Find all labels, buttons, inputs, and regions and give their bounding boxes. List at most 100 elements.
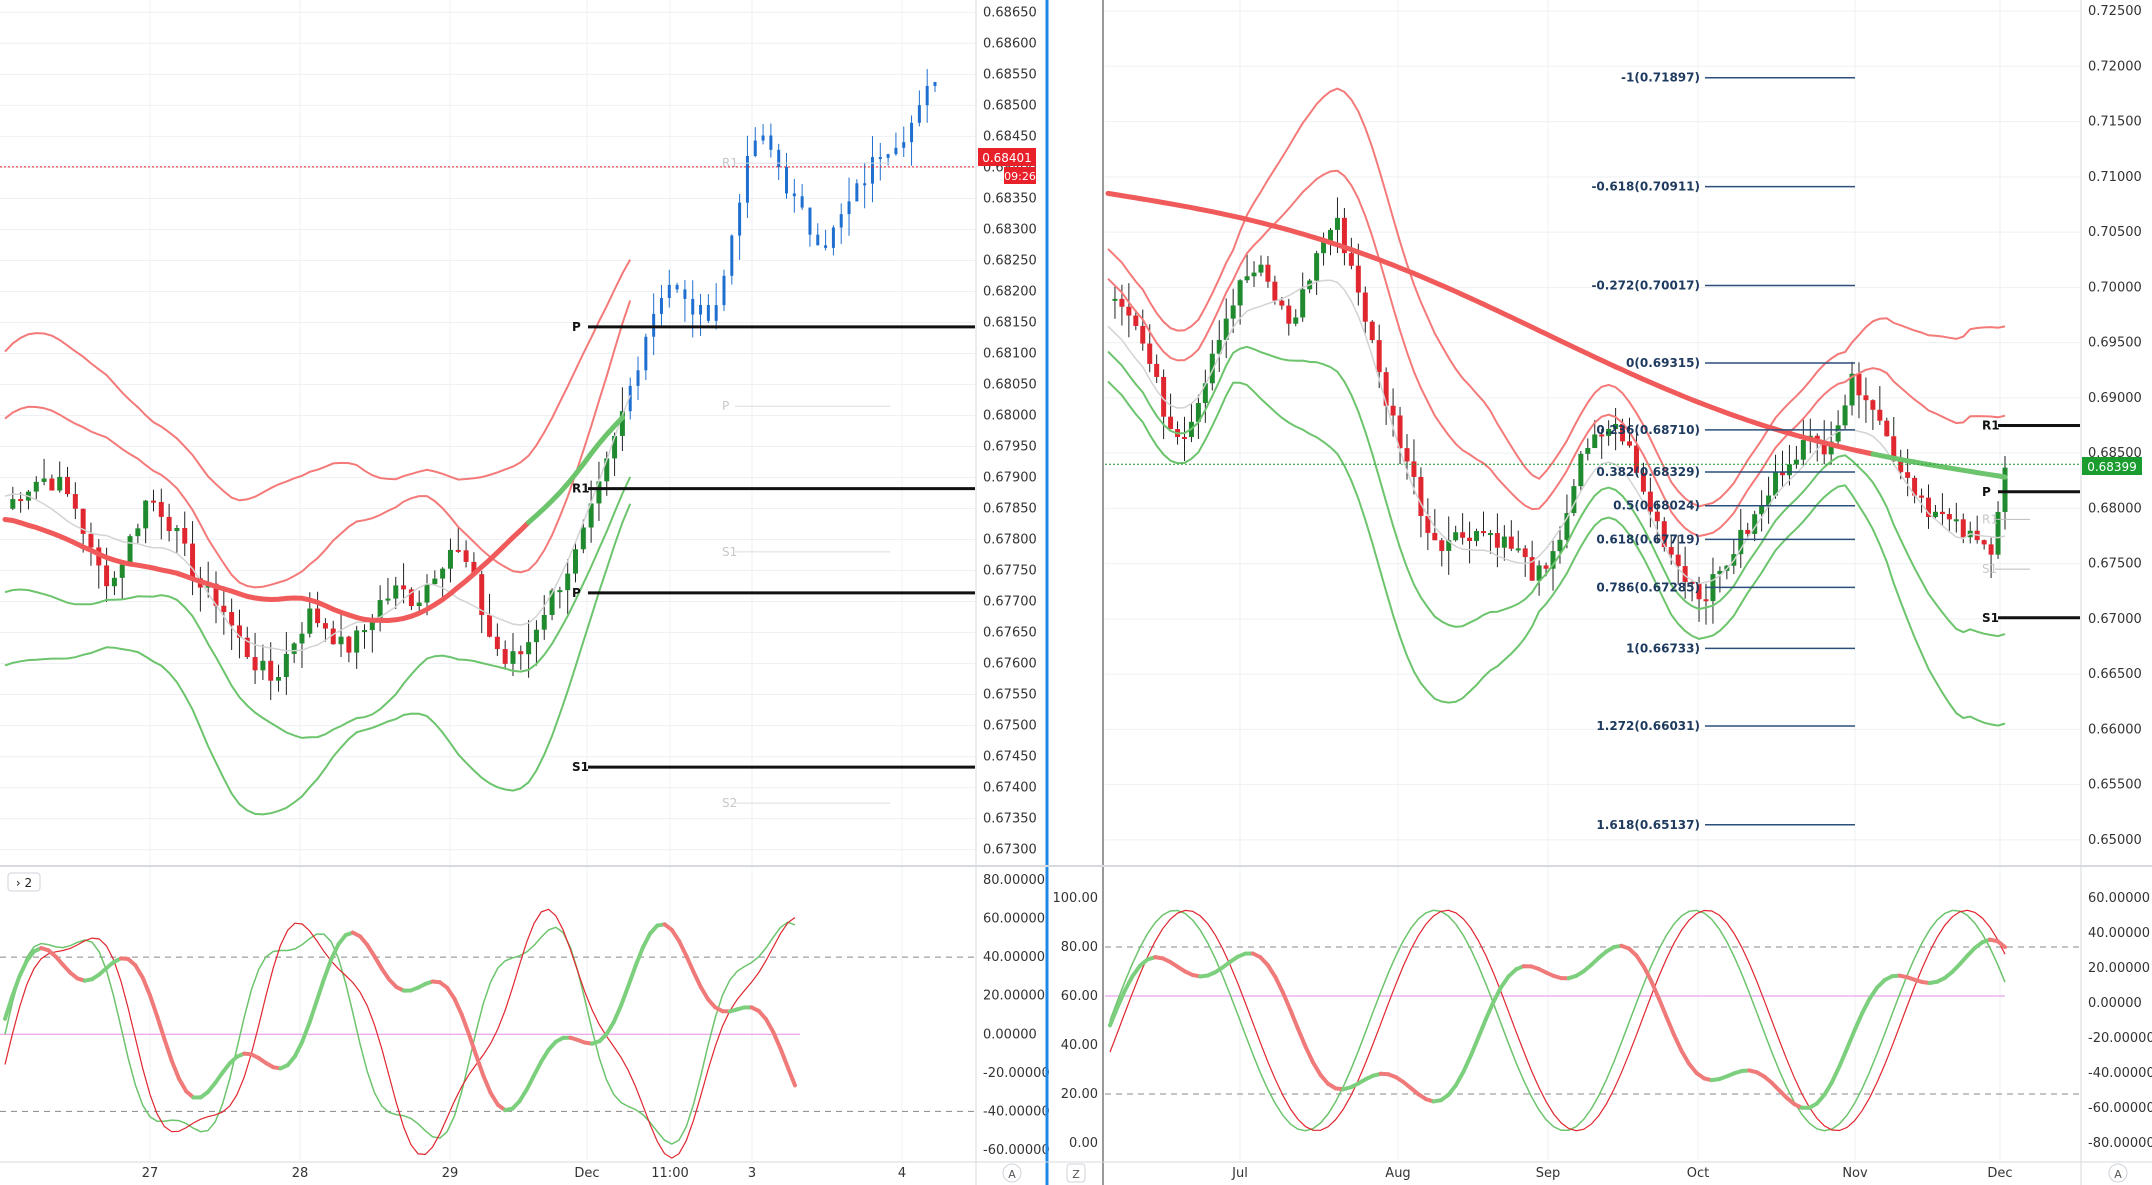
right-candle-body: [1258, 264, 1264, 273]
left-candle: [182, 511, 188, 556]
right-y-tick: 0.71000: [2088, 170, 2142, 185]
right-candle: [1800, 419, 1806, 467]
left-candle: [10, 486, 16, 511]
left-candle: [557, 586, 563, 609]
right-candle: [1501, 525, 1507, 561]
left-candle: [268, 642, 274, 701]
right-candle-body: [1404, 448, 1410, 462]
left-auto-scale-button[interactable]: A: [1002, 1163, 1022, 1183]
right-osc-signal-line: [1109, 909, 2006, 1132]
right-y-tick: 0.69000: [2088, 391, 2142, 406]
left-x-tick: Dec: [574, 1166, 599, 1181]
right-price-chart[interactable]: -1(0.71897) -0.618(0.70911) -0.272(0.70017…: [1105, 0, 2080, 1160]
left-candle: [463, 540, 469, 568]
left-osc-fast-line: [4, 921, 796, 1145]
left-osc-momentum-segment: [764, 1017, 776, 1035]
left-candle-body: [393, 585, 399, 599]
right-candle: [1939, 493, 1945, 527]
right-candle: [1188, 403, 1194, 443]
left-candle-body: [166, 516, 172, 532]
right-candle: [1453, 525, 1459, 542]
left-y-tick: 0.67700: [983, 595, 1037, 610]
right-osc-right-tick: -80.00000: [2088, 1136, 2152, 1151]
left-candle: [831, 225, 835, 256]
fib-level-label: -0.618(0.70911): [1591, 180, 1700, 194]
right-osc-left-tick: 20.00: [1061, 1087, 1098, 1102]
right-candle-body: [1898, 461, 1904, 473]
right-auto-scale-button[interactable]: A: [2108, 1163, 2128, 1183]
right-oscillator-pane[interactable]: [1105, 909, 2080, 1132]
left-candle-body: [706, 305, 710, 321]
left-ghost-pivot-label: S2: [722, 796, 737, 810]
right-candle: [1515, 530, 1521, 553]
right-candle-body: [1272, 281, 1278, 301]
right-candle-body: [1251, 272, 1257, 277]
left-y-tick: 0.68250: [983, 253, 1037, 268]
left-candle-body: [487, 614, 493, 637]
left-candle: [494, 623, 500, 656]
left-y-tick: 0.67900: [983, 471, 1037, 486]
left-candle-body: [518, 651, 524, 655]
right-candle-body: [1543, 565, 1549, 569]
right-osc-right-tick: -60.00000: [2088, 1101, 2152, 1116]
left-candle-body: [730, 235, 734, 276]
left-y-tick: 0.67450: [983, 750, 1037, 765]
left-candle: [88, 522, 94, 566]
zoom-button[interactable]: Z: [1066, 1163, 1086, 1183]
right-candle-body: [1244, 276, 1250, 281]
left-candle: [119, 562, 125, 600]
right-osc-momentum-segment: [1453, 1069, 1466, 1088]
right-osc-momentum-segment: [1679, 1048, 1692, 1066]
left-osc-tick: -40.00000: [983, 1104, 1050, 1119]
right-candle-body: [1522, 548, 1528, 558]
right-candle: [1884, 417, 1890, 437]
left-candle: [479, 571, 485, 634]
left-candle-body: [447, 549, 453, 569]
left-candle-body: [667, 284, 671, 299]
left-candle: [41, 458, 47, 486]
left-candle: [49, 474, 55, 491]
right-candle: [1341, 208, 1347, 266]
left-osc-signal-line: [4, 908, 796, 1159]
fib-level-label: 0(0.69315): [1626, 356, 1700, 370]
left-candle-body: [104, 565, 110, 587]
left-candle-body: [424, 584, 430, 603]
left-osc-momentum-segment: [133, 963, 145, 980]
right-candle-body: [1474, 531, 1480, 542]
left-candle: [644, 333, 648, 381]
left-candle-body: [299, 633, 305, 644]
left-candle-body: [683, 289, 687, 299]
right-candle-body: [1870, 400, 1876, 410]
left-candle: [925, 69, 929, 123]
left-candle-body: [65, 476, 71, 495]
left-osc-momentum-segment: [524, 1073, 537, 1092]
right-candle-body: [1939, 511, 1945, 515]
right-candle-body: [1793, 459, 1799, 465]
right-candle-body: [1703, 599, 1709, 602]
left-candle-body: [510, 651, 516, 664]
left-osc-momentum-segment: [300, 1020, 312, 1044]
right-candle: [1738, 508, 1744, 568]
left-oscillator-pane[interactable]: [0, 908, 975, 1159]
left-osc-momentum-segment: [604, 1020, 616, 1037]
left-y-tick: 0.68600: [983, 36, 1037, 51]
left-x-tick: 11:00: [651, 1166, 688, 1181]
right-candle: [1467, 521, 1473, 564]
right-y-tick: 0.72000: [2088, 59, 2142, 74]
right-y-tick: 0.67000: [2088, 612, 2142, 627]
right-mid-band: [1107, 279, 2006, 585]
right-osc-left-tick: 60.00: [1061, 989, 1098, 1004]
right-candle-body: [1314, 253, 1320, 281]
left-candle: [706, 294, 710, 324]
left-candle-body: [902, 142, 906, 148]
left-candle-body: [855, 183, 859, 202]
left-candle-body: [894, 147, 898, 155]
left-y-tick: 0.67750: [983, 564, 1037, 579]
right-candle-body: [1126, 306, 1132, 316]
right-candle: [1181, 416, 1187, 461]
right-candle-body: [1348, 253, 1354, 266]
left-ghost-pivot-label: P: [722, 399, 729, 413]
left-candle-body: [831, 227, 835, 248]
osc-legend-button[interactable]: › 2: [7, 872, 41, 892]
right-candle-body: [1759, 505, 1765, 515]
